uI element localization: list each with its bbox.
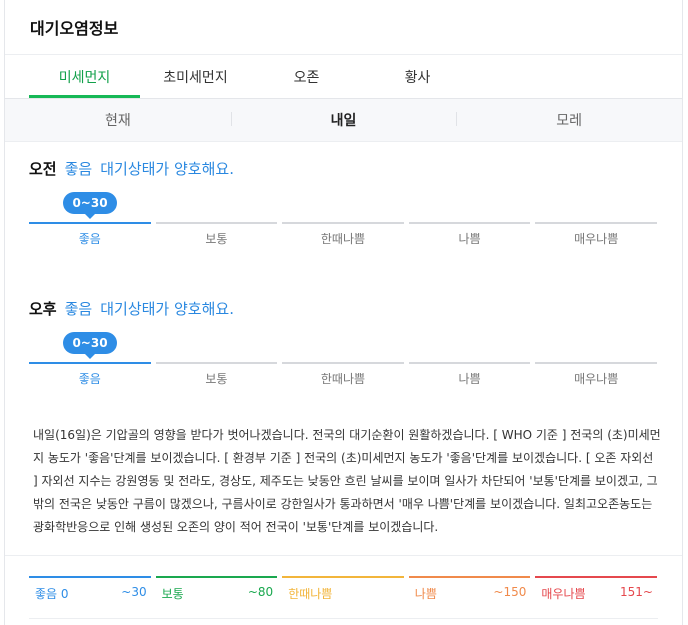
legend-very-bad: 매우나쁨 151~ [535,576,657,602]
tab-ozone[interactable]: 오존 [251,55,362,98]
scale-bad: 나쁨 [408,362,531,387]
pollutant-tabs: 미세먼지 초미세먼지 오존 황사 [5,55,682,99]
legend-max: ~150 [493,585,527,599]
tab-fine-dust[interactable]: 미세먼지 [29,55,140,98]
scale-normal: 보통 [155,362,278,387]
legend-max: ~30 [121,585,147,599]
legend-normal: 보통 ~80 [155,576,278,602]
range-badge: 0~30 [63,192,117,219]
scale-temporarily-bad: 한때나쁨 [282,362,404,387]
day-tab-today[interactable]: 현재 [5,110,231,130]
scale-very-bad: 매우나쁨 [535,362,657,387]
legend-label: 나쁨 [414,587,437,601]
divider [5,555,682,556]
tab-ultrafine-dust[interactable]: 초미세먼지 [140,55,251,98]
day-tabs: 현재 내일 모레 [5,99,682,142]
scale-bad: 나쁨 [408,222,531,247]
forecast-morning: 오전 좋음 대기상태가 양호해요. 0~30 좋음 보통 한때나쁨 나쁨 매우나… [29,158,657,246]
legend-label: 보통 [161,587,184,601]
day-tab-tomorrow[interactable]: 내일 [230,110,457,130]
card-title: 대기오염정보 [5,0,682,55]
legend-label: 한때나쁨 [288,587,333,601]
scale-very-bad: 매우나쁨 [535,222,657,247]
scale-good: 좋음 [29,222,151,247]
forecast-grade: 좋음 [64,160,93,178]
tab-yellow-dust[interactable]: 황사 [362,55,473,98]
legend-max: 151~ [620,585,653,599]
forecast-description: 대기상태가 양호해요. [100,300,234,318]
scale-good: 좋음 [29,362,151,387]
scale-temporarily-bad: 한때나쁨 [282,222,404,247]
forecast-grade: 좋음 [64,300,93,318]
legend-good: 좋음 0 ~30 [29,576,151,602]
forecast-period: 오후 [29,300,57,318]
forecast-afternoon: 오후 좋음 대기상태가 양호해요. 0~30 좋음 보통 한때나쁨 나쁨 매우나… [29,298,657,386]
air-pollution-card: 대기오염정보 미세먼지 초미세먼지 오존 황사 현재 내일 모레 오전 좋음 대… [4,0,683,625]
scale-normal: 보통 [155,222,278,247]
legend-max: ~80 [247,585,274,599]
divider [29,618,658,619]
legend-label: 좋음 0 [35,587,69,601]
grade-legend: 좋음 0 ~30 보통 ~80 한때나쁨 나쁨 ~150 매우나쁨 151~ [29,576,657,602]
legend-label: 매우나쁨 [541,587,586,601]
forecast-body-text: 내일(16일)은 기압골의 영향을 받다가 벗어나겠습니다. 전국의 대기순환이… [33,428,661,534]
legend-bad: 나쁨 ~150 [408,576,531,602]
grade-scale: 좋음 보통 한때나쁨 나쁨 매우나쁨 [29,362,657,387]
grade-scale: 좋음 보통 한때나쁨 나쁨 매우나쁨 [29,222,657,247]
legend-temporarily-bad: 한때나쁨 [282,576,404,602]
day-tab-day-after[interactable]: 모레 [456,110,682,130]
forecast-period: 오전 [29,160,57,178]
range-badge: 0~30 [63,332,117,359]
forecast-description: 대기상태가 양호해요. [100,160,234,178]
